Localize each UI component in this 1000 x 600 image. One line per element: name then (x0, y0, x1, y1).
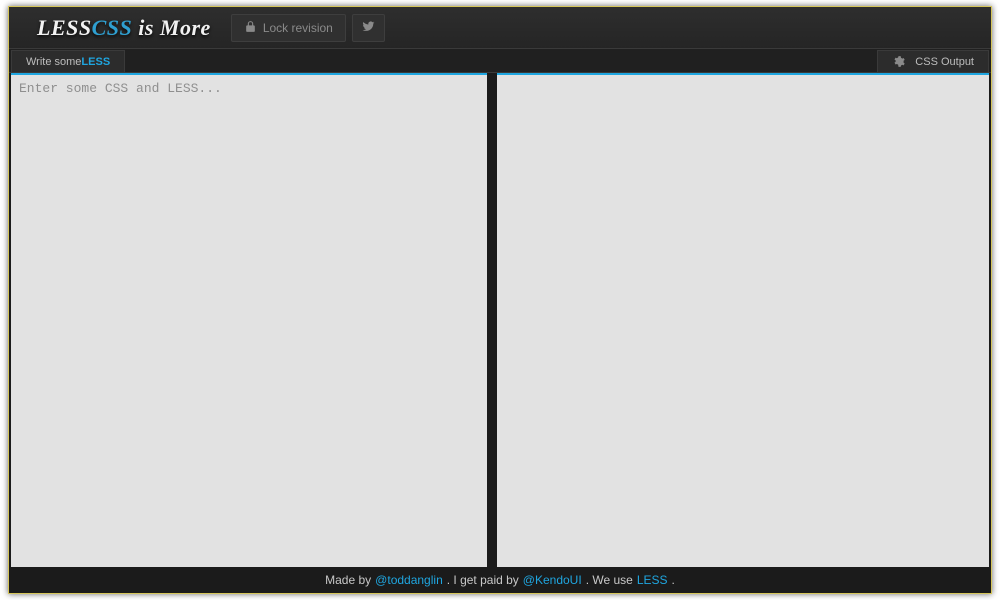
footer-link-less[interactable]: LESS (637, 573, 668, 587)
logo-text-suffix: is More (132, 15, 211, 40)
tab-write-less[interactable]: Write some LESS (11, 50, 125, 72)
lock-icon (244, 20, 257, 36)
tab-write-less-prefix: Write some (26, 56, 81, 68)
lock-revision-button[interactable]: Lock revision (231, 14, 346, 42)
header-bar: LESSCSS is More Lock revision (9, 7, 991, 49)
tab-css-output-label: CSS Output (915, 56, 974, 68)
twitter-button[interactable] (352, 14, 385, 42)
footer-text-4: . (672, 573, 675, 587)
app-logo: LESSCSS is More (11, 15, 225, 41)
settings-icon[interactable] (892, 55, 905, 68)
editor-pane (11, 73, 487, 567)
footer-link-author[interactable]: @toddanglin (375, 573, 443, 587)
tab-row: Write some LESS CSS Output (9, 49, 991, 73)
footer-text-1: Made by (325, 573, 371, 587)
twitter-icon (362, 20, 375, 36)
footer-link-kendo[interactable]: @KendoUI (523, 573, 582, 587)
footer-text-2: . I get paid by (447, 573, 519, 587)
footer-text-3: . We use (586, 573, 633, 587)
app-frame: LESSCSS is More Lock revision Write some… (8, 6, 992, 594)
less-editor[interactable] (11, 75, 487, 567)
tab-write-less-accent: LESS (81, 56, 110, 68)
lock-revision-label: Lock revision (263, 21, 333, 35)
panes (9, 73, 991, 567)
output-pane (497, 73, 989, 567)
logo-text-css: CSS (92, 15, 133, 40)
footer: Made by @toddanglin . I get paid by @Ken… (9, 567, 991, 593)
logo-text-less: LESS (37, 15, 92, 40)
tab-css-output[interactable]: CSS Output (877, 50, 989, 72)
